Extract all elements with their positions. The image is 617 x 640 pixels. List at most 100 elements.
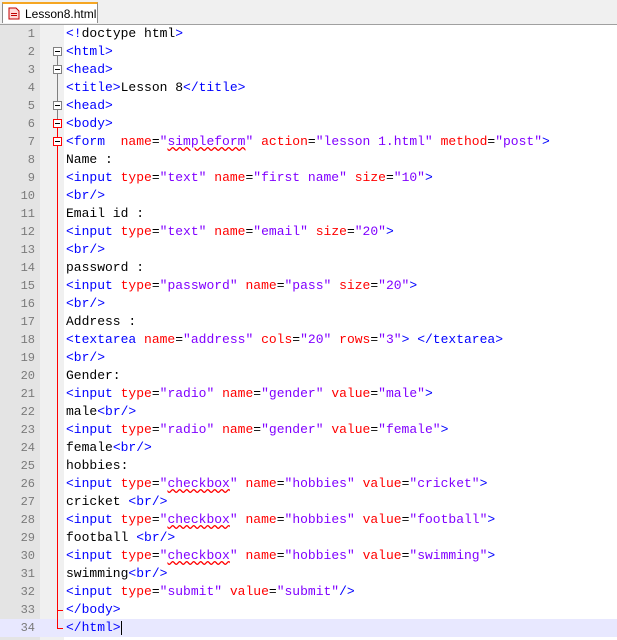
fold-toggle-icon[interactable] bbox=[53, 137, 62, 146]
code-token-tag: <input bbox=[66, 422, 121, 437]
code-text: Address : bbox=[66, 313, 136, 331]
code-token-txt: = bbox=[346, 224, 355, 239]
code-line[interactable]: 2 <html> bbox=[0, 43, 617, 61]
tab-bar: Lesson8.html bbox=[0, 0, 617, 25]
code-token-tag: <br/> bbox=[66, 350, 106, 365]
code-token-val: "gender" bbox=[261, 386, 324, 401]
code-token-attr: name bbox=[245, 548, 277, 563]
fold-toggle-icon[interactable] bbox=[53, 47, 62, 56]
code-token-tag: <br/> bbox=[66, 296, 106, 311]
code-text: </body> bbox=[66, 601, 121, 619]
line-number: 2 bbox=[27, 45, 35, 59]
code-token-tag: > bbox=[487, 512, 496, 527]
code-token-txt: = bbox=[307, 134, 316, 149]
code-token-tag: <br/> bbox=[66, 242, 106, 257]
code-token-attr: method bbox=[440, 134, 488, 149]
code-token-attr: value bbox=[331, 386, 371, 401]
code-line[interactable]: 17 Address : bbox=[0, 313, 617, 331]
tab-lesson8[interactable]: Lesson8.html bbox=[2, 2, 98, 23]
code-token-txt: = bbox=[151, 476, 160, 491]
code-line[interactable]: 32 <input type="submit" value="submit"/> bbox=[0, 583, 617, 601]
code-token-val: "hobbies" bbox=[284, 476, 355, 491]
code-line[interactable]: 29 football <br/> bbox=[0, 529, 617, 547]
code-line[interactable]: 26 <input type="checkbox" name="hobbies" … bbox=[0, 475, 617, 493]
code-line[interactable]: 20 Gender: bbox=[0, 367, 617, 385]
code-editor[interactable]: 1 <!doctype html> 2 <html> 3 <head> 4 <title>Le… bbox=[0, 25, 617, 640]
code-token-txt: = bbox=[276, 278, 285, 293]
code-line[interactable]: 24 female<br/> bbox=[0, 439, 617, 457]
fold-toggle-icon[interactable] bbox=[53, 101, 62, 110]
code-text: <br/> bbox=[66, 295, 105, 313]
line-number: 32 bbox=[20, 585, 35, 599]
code-token-txt: = bbox=[151, 224, 160, 239]
line-number: 1 bbox=[27, 27, 35, 41]
code-line[interactable]: 21 <input type="radio" name="gender" valu… bbox=[0, 385, 617, 403]
code-token-txt: = bbox=[370, 422, 379, 437]
code-token-tag: <input bbox=[66, 170, 121, 185]
code-line[interactable]: 3 <head> bbox=[0, 61, 617, 79]
code-line[interactable]: 7 <form name="simpleform" action="lesson … bbox=[0, 133, 617, 151]
code-line[interactable]: 14 password : bbox=[0, 259, 617, 277]
code-token-txt: = bbox=[151, 134, 160, 149]
code-line[interactable]: 15 <input type="password" name="pass" siz… bbox=[0, 277, 617, 295]
code-line[interactable]: 27 cricket <br/> bbox=[0, 493, 617, 511]
spellcheck-underline: checkbox bbox=[167, 476, 230, 491]
code-token-attr: value bbox=[362, 548, 402, 563]
code-token-txt: = bbox=[292, 332, 301, 347]
code-token-attr: name bbox=[214, 224, 246, 239]
code-line[interactable]: 10 <br/> bbox=[0, 187, 617, 205]
code-token-attr: type bbox=[120, 170, 152, 185]
code-token-val: "password" bbox=[159, 278, 238, 293]
line-number: 6 bbox=[27, 117, 35, 131]
spellcheck-underline: checkbox bbox=[167, 512, 230, 527]
code-token-attr: type bbox=[120, 278, 152, 293]
code-token-val: "checkbox" bbox=[159, 548, 238, 563]
fold-toggle-icon[interactable] bbox=[53, 119, 62, 128]
code-token-tag: > bbox=[440, 422, 449, 437]
fold-guide-line bbox=[57, 128, 58, 628]
code-text: <input type="checkbox" name="hobbies" va… bbox=[66, 511, 495, 529]
code-token-val: "lesson 1.html" bbox=[315, 134, 433, 149]
code-line[interactable]: 6 <body> bbox=[0, 115, 617, 133]
code-line[interactable]: 5 <head> bbox=[0, 97, 617, 115]
code-line[interactable]: 8 Name : bbox=[0, 151, 617, 169]
code-text: <html> bbox=[66, 43, 113, 61]
code-line[interactable]: 1 <!doctype html> bbox=[0, 25, 617, 43]
code-token-attr: cols bbox=[261, 332, 293, 347]
code-line[interactable]: 33 </body> bbox=[0, 601, 617, 619]
code-line[interactable]: 11 Email id : bbox=[0, 205, 617, 223]
code-line[interactable]: 31 swimming<br/> bbox=[0, 565, 617, 583]
code-line[interactable]: 22 male<br/> bbox=[0, 403, 617, 421]
code-token-tag: > bbox=[175, 26, 184, 41]
code-line[interactable]: 30 <input type="checkbox" name="hobbies" … bbox=[0, 547, 617, 565]
code-line[interactable]: 4 <title>Lesson 8</title> bbox=[0, 79, 617, 97]
code-line[interactable]: 16 <br/> bbox=[0, 295, 617, 313]
fold-toggle-icon[interactable] bbox=[53, 65, 62, 74]
line-number: 12 bbox=[20, 225, 35, 239]
line-number: 19 bbox=[20, 351, 35, 365]
code-line[interactable]: 9 <input type="text" name="first name" si… bbox=[0, 169, 617, 187]
code-line[interactable]: 13 <br/> bbox=[0, 241, 617, 259]
code-text: <form name="simpleform" action="lesson 1… bbox=[66, 133, 550, 151]
code-line[interactable]: 25 hobbies: bbox=[0, 457, 617, 475]
code-token-attr: size bbox=[315, 224, 347, 239]
code-text: Gender: bbox=[66, 367, 121, 385]
code-line[interactable]: 23 <input type="radio" name="gender" valu… bbox=[0, 421, 617, 439]
line-number: 9 bbox=[27, 171, 35, 185]
code-line[interactable]: 34 </html> bbox=[0, 619, 617, 637]
code-token-tag: <input bbox=[66, 548, 121, 563]
code-line[interactable]: 12 <input type="text" name="email" size="… bbox=[0, 223, 617, 241]
code-token-txt: password : bbox=[66, 260, 145, 275]
code-line[interactable]: 19 <br/> bbox=[0, 349, 617, 367]
code-text: <input type="text" name="first name" siz… bbox=[66, 169, 433, 187]
code-token-attr: name bbox=[245, 512, 277, 527]
code-line[interactable]: 18 <textarea name="address" cols="20" row… bbox=[0, 331, 617, 349]
code-line[interactable]: 28 <input type="checkbox" name="hobbies" … bbox=[0, 511, 617, 529]
code-token-attr: value bbox=[362, 476, 402, 491]
